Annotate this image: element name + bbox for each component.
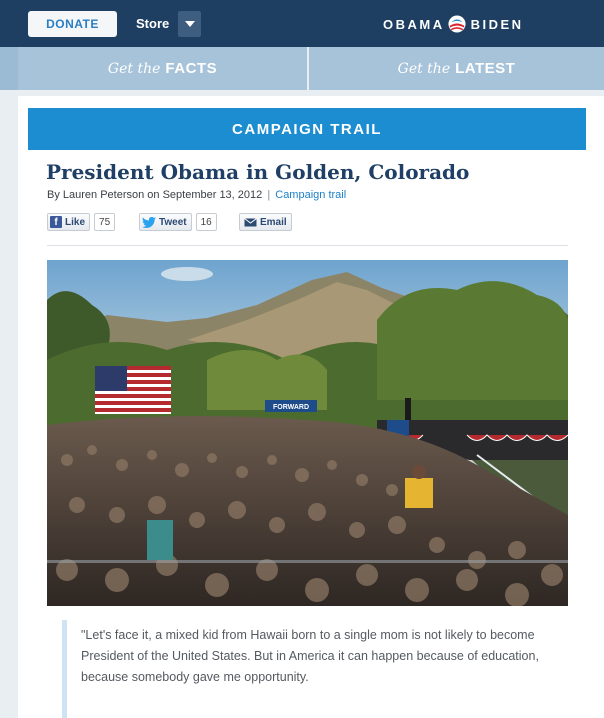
facebook-icon: f bbox=[50, 216, 62, 228]
flag-graphic bbox=[95, 366, 171, 414]
top-navigation-bar: DONATE Store OBAMA BIDEN bbox=[0, 0, 604, 47]
tweet-label: Tweet bbox=[159, 216, 187, 228]
category-link[interactable]: Campaign trail bbox=[275, 189, 346, 201]
tab-latest-prefix: Get the bbox=[397, 60, 451, 77]
section-banner[interactable]: CAMPAIGN TRAIL bbox=[28, 108, 586, 150]
facebook-like-button[interactable]: f Like bbox=[47, 213, 91, 231]
chevron-down-icon bbox=[184, 21, 195, 27]
tweet-count: 16 bbox=[195, 213, 217, 231]
site-logo[interactable]: OBAMA BIDEN bbox=[383, 14, 524, 34]
article-card: CAMPAIGN TRAIL President Obama in Golden… bbox=[18, 96, 604, 718]
logo-text-obama: OBAMA bbox=[383, 16, 445, 32]
tab-facts-prefix: Get the bbox=[107, 60, 161, 77]
facebook-like-widget: f Like 75 bbox=[47, 212, 116, 232]
donate-button[interactable]: DONATE bbox=[28, 11, 117, 37]
pull-quote: "Let's face it, a mixed kid from Hawaii … bbox=[62, 620, 568, 718]
article-title: President Obama in Golden, Colorado bbox=[46, 160, 470, 184]
like-count: 75 bbox=[94, 213, 116, 231]
email-button[interactable]: Email bbox=[239, 213, 292, 231]
tab-facts-label: FACTS bbox=[165, 60, 218, 77]
tweet-widget: Tweet 16 bbox=[139, 212, 217, 232]
tab-latest-label: LATEST bbox=[455, 60, 516, 77]
tweet-button[interactable]: Tweet bbox=[139, 213, 192, 231]
rally-photo[interactable]: FORWARD bbox=[47, 260, 568, 606]
byline-author-date: By Lauren Peterson on September 13, 2012 bbox=[47, 189, 263, 201]
secondary-navigation: Get the FACTS Get the LATEST bbox=[0, 47, 604, 90]
tab-get-the-latest[interactable]: Get the LATEST bbox=[309, 47, 604, 90]
store-dropdown-button[interactable] bbox=[178, 11, 201, 37]
divider bbox=[47, 245, 568, 246]
article-byline: By Lauren Peterson on September 13, 2012… bbox=[47, 189, 346, 201]
email-label: Email bbox=[260, 216, 287, 228]
logo-text-biden: BIDEN bbox=[470, 16, 524, 32]
forward-banner-text: FORWARD bbox=[273, 404, 309, 411]
tab-get-the-facts[interactable]: Get the FACTS bbox=[18, 47, 307, 90]
rally-illustration: FORWARD bbox=[47, 260, 568, 606]
byline-separator: | bbox=[267, 189, 271, 201]
email-icon bbox=[244, 217, 257, 226]
email-widget: Email bbox=[239, 212, 292, 232]
like-label: Like bbox=[65, 216, 86, 228]
twitter-icon bbox=[142, 216, 156, 228]
store-link[interactable]: Store bbox=[136, 16, 169, 31]
obama-logo-icon bbox=[448, 15, 466, 33]
